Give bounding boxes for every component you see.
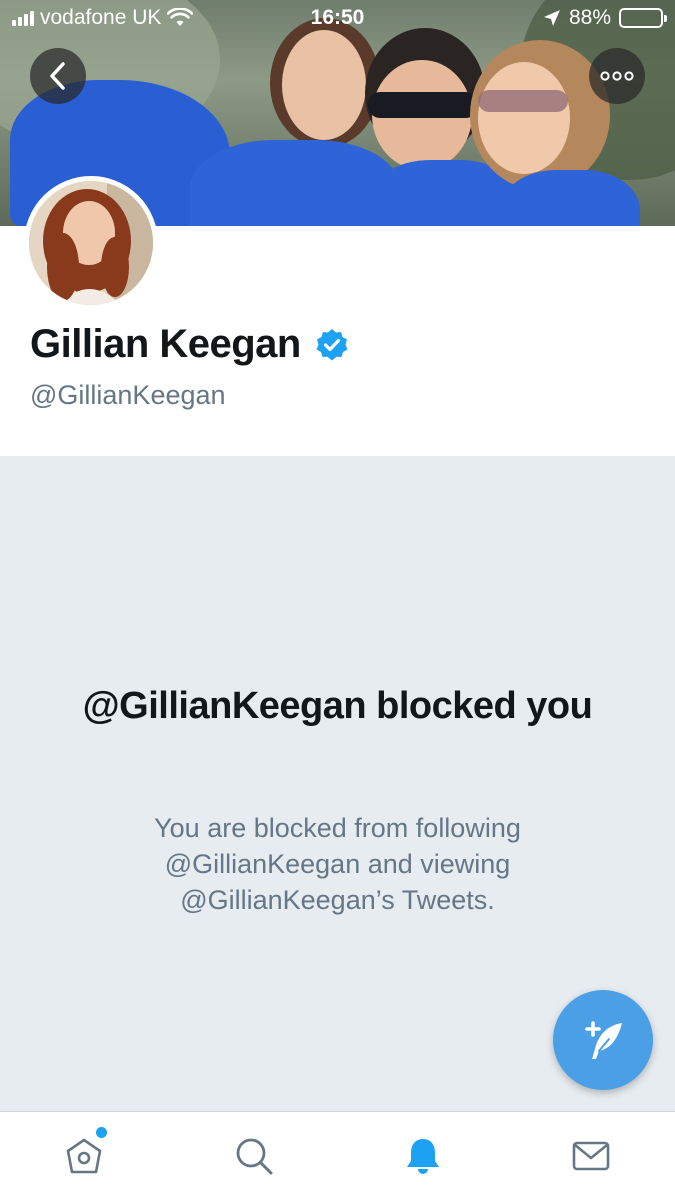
profile-name: Gillian Keegan: [30, 322, 301, 366]
battery-icon: [619, 8, 667, 28]
status-bar: vodafone UK 16:50 88%: [0, 0, 675, 40]
home-icon: [66, 1138, 102, 1174]
blocked-message: You are blocked from following @GillianK…: [154, 813, 521, 915]
battery-percent: 88%: [568, 6, 611, 29]
verified-badge-icon: [316, 328, 348, 360]
tab-messages[interactable]: [569, 1134, 613, 1178]
profile-avatar[interactable]: [24, 176, 158, 310]
chevron-left-icon: [50, 62, 65, 90]
search-icon: [236, 1138, 273, 1175]
home-notification-dot: [96, 1127, 107, 1138]
profile-name-row: Gillian Keegan: [30, 322, 349, 367]
location-arrow-icon: [543, 10, 560, 26]
tab-search[interactable]: [232, 1134, 276, 1178]
more-dots-icon: [600, 71, 634, 81]
back-button[interactable]: [30, 48, 86, 104]
more-options-button[interactable]: [589, 48, 645, 104]
tab-bar: [0, 1111, 675, 1200]
avatar-image: [29, 181, 153, 305]
blocked-title: @GillianKeegan blocked you: [82, 685, 593, 727]
compose-feather-icon: [585, 1021, 622, 1059]
mail-icon: [572, 1141, 610, 1171]
tab-home[interactable]: [62, 1134, 106, 1178]
profile-handle: @GillianKeegan: [30, 380, 226, 410]
bell-icon: [407, 1139, 439, 1174]
compose-tweet-button[interactable]: [553, 990, 653, 1090]
tab-notifications[interactable]: [401, 1134, 445, 1178]
